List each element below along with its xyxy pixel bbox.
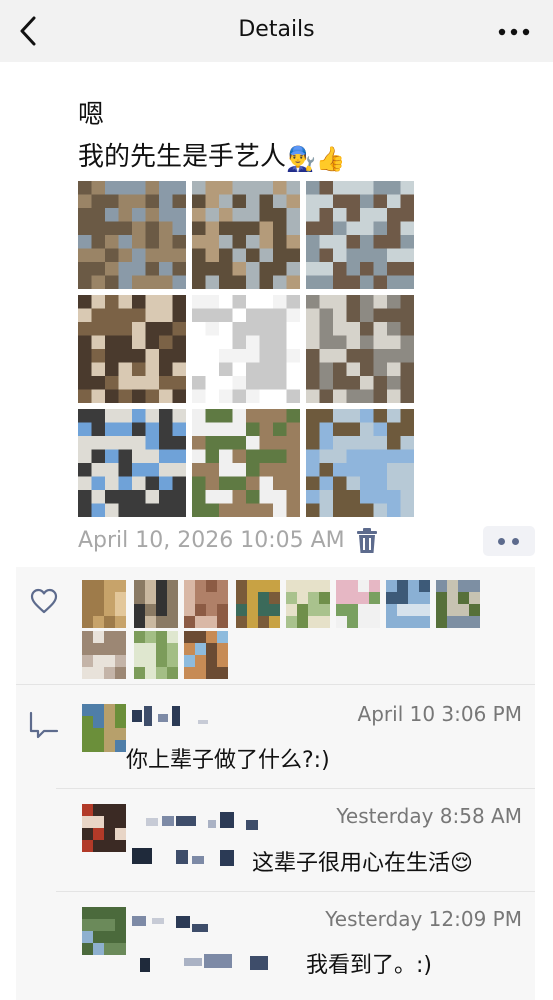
comment-text: 我看到了。:) [306,953,432,978]
comment-avatar[interactable] [82,704,126,752]
comment-blur [140,954,268,972]
nav-bar: Details [0,0,553,62]
photo-coop-door[interactable] [306,295,414,403]
photo-bare-tree-sky[interactable] [306,409,414,517]
heart-outline-icon [30,588,58,614]
comment-bubble-icon [29,711,59,739]
comment-time: Yesterday 8:58 AM [336,804,522,828]
comment-text: 这辈子很用心在生活😌 [252,851,473,876]
page-title: Details [238,17,315,42]
comment-avatar[interactable] [82,804,126,852]
liker-avatar[interactable] [236,580,280,628]
liker-avatar[interactable] [184,580,228,628]
liker-avatar[interactable] [82,580,126,628]
mechanic-thumbs-up-emoji: 👨‍🔧👍 [286,145,346,173]
post-timestamp: April 10, 2026 10:05 AM [78,528,345,553]
comment-text: 你上辈子做了什么?:) [126,748,330,773]
dot [512,538,519,545]
liker-avatar[interactable] [386,580,430,628]
liker-avatar[interactable] [134,580,178,628]
commenter-name[interactable] [132,912,212,932]
post-text: 嗯 我的先生是手艺人👨‍🔧👍 [78,94,518,180]
photo-bare-woods[interactable] [78,181,186,289]
liker-avatar[interactable] [82,631,126,679]
photo-woman-by-tree[interactable] [192,181,300,289]
divider [56,788,535,789]
photo-app-screenshot[interactable] [192,295,300,403]
liker-avatar[interactable] [336,580,380,628]
photo-adirondack-chairs[interactable] [192,409,300,517]
more-horizontal-icon[interactable] [497,22,531,42]
commenter-name[interactable] [132,706,222,726]
liker-avatar[interactable] [286,580,330,628]
liker-avatar[interactable] [134,631,178,679]
trash-icon[interactable] [356,528,378,554]
comment-time: Yesterday 12:09 PM [325,907,522,931]
post-text-line-2: 我的先生是手艺人👨‍🔧👍 [78,136,518,180]
comment-time: April 10 3:06 PM [357,702,522,726]
commenter-name[interactable] [146,812,264,832]
divider [16,684,535,685]
liker-avatar[interactable] [184,631,228,679]
photo-chickens[interactable] [78,295,186,403]
liker-avatar[interactable] [436,580,480,628]
divider [56,891,535,892]
dot [498,538,505,545]
post-text-line-2-text: 我的先生是手艺人 [78,142,287,172]
comment-avatar[interactable] [82,907,126,955]
more-dots-icon[interactable] [483,526,535,556]
photo-trail-map-sign[interactable] [306,181,414,289]
comment-blur [132,848,234,866]
post-text-line-1: 嗯 [78,100,105,130]
photo-barn-roof[interactable] [78,409,186,517]
photo-grid [78,181,415,519]
